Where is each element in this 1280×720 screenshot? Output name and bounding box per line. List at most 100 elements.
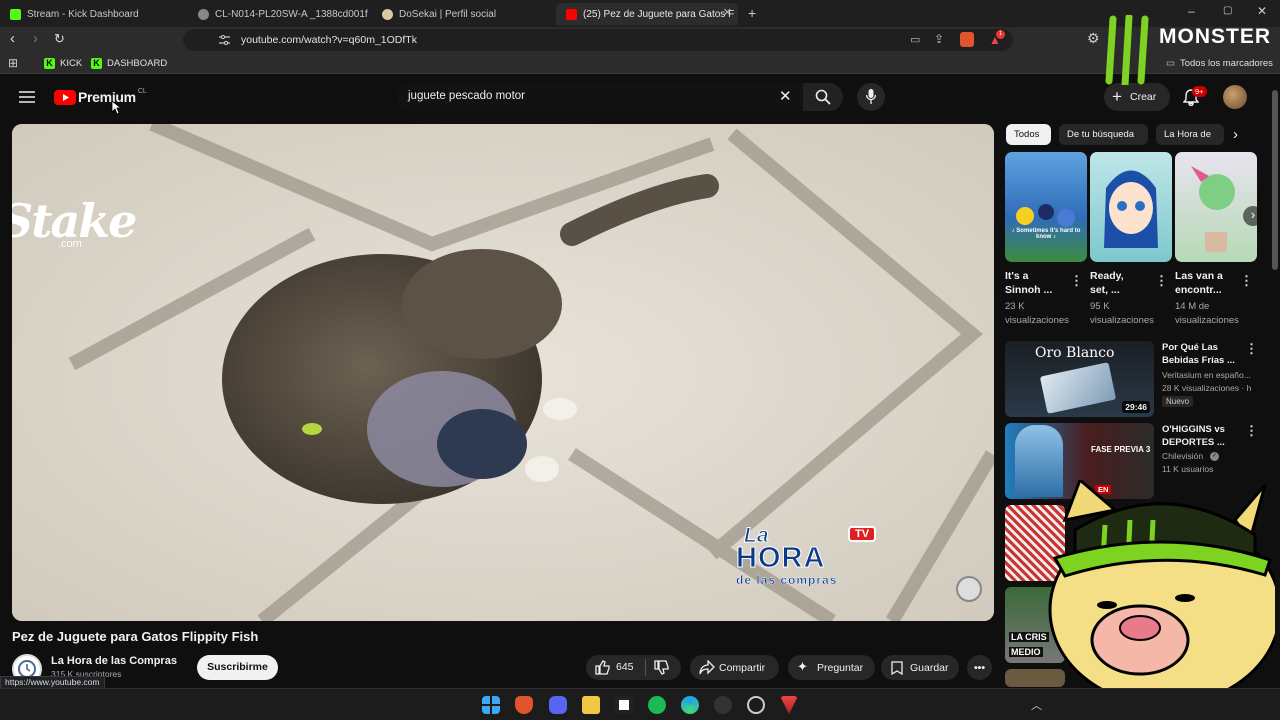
short-title-line1[interactable]: Las van a (1175, 269, 1223, 283)
channel-name[interactable]: La Hora de las Compras (51, 655, 177, 667)
save-bookmark-icon (891, 661, 903, 675)
search-input[interactable]: juguete pescado motor ✕ (397, 83, 803, 111)
clear-search-icon[interactable]: ✕ (779, 87, 792, 105)
short-views: 95 K (1090, 301, 1110, 312)
media-app-icon[interactable] (615, 696, 633, 714)
video-player[interactable]: Stake .com La HORA de las compras TV (12, 124, 994, 621)
short-more-icon[interactable]: ⋮ (1070, 274, 1083, 287)
share-icon[interactable]: ⇪ (934, 32, 944, 46)
channel-branding-icon[interactable] (956, 576, 982, 602)
monster-claw-icon (1105, 15, 1149, 85)
cast-icon[interactable]: ▭ (910, 33, 920, 46)
chip-de-tu-busqueda[interactable]: De tu búsqueda (1059, 124, 1148, 145)
share-button[interactable]: Compartir (690, 655, 779, 680)
rec-more-icon[interactable]: ⋮ (1245, 424, 1258, 437)
browser-tab-strip: Stream - Kick Dashboard CL-N014-PL20SW-A… (0, 0, 1280, 27)
like-count[interactable]: 645 (616, 661, 634, 673)
ask-button[interactable]: ✦ Preguntar (788, 655, 875, 680)
file-explorer-icon[interactable] (582, 696, 600, 714)
share-label: Compartir (719, 661, 766, 674)
chips-next-icon[interactable]: › (1233, 126, 1238, 143)
valorant-icon[interactable] (780, 696, 798, 714)
chip-la-hora-de[interactable]: La Hora de (1156, 124, 1224, 145)
app-icon[interactable] (747, 696, 765, 714)
reload-button[interactable]: ↻ (54, 31, 65, 47)
discord-icon[interactable] (549, 696, 567, 714)
rec-channel[interactable]: Veritasium en españo... (1162, 369, 1251, 382)
subscribe-button[interactable]: Suscribirme (197, 655, 278, 680)
more-actions-button[interactable]: ••• (967, 655, 992, 680)
save-button[interactable]: Guardar (881, 655, 959, 680)
brave-browser-icon[interactable] (515, 696, 533, 714)
short-views-label: visualizaciones (1005, 315, 1069, 326)
windows-start-icon[interactable] (482, 696, 500, 714)
address-bar[interactable]: youtube.com/watch?v=q60m_1ODfTk ▭ ⇪ ▲ 1 (183, 29, 1013, 51)
sparkle-icon: ✦ (797, 659, 808, 674)
shorts-next-icon[interactable]: › (1243, 206, 1257, 226)
country-code: CL (137, 87, 147, 95)
short-title-line2[interactable]: Sinnoh ... (1005, 283, 1052, 297)
short-title-line2[interactable]: encontr... (1175, 283, 1222, 297)
spotify-icon[interactable] (648, 696, 666, 714)
back-button[interactable]: ‹ (10, 30, 15, 47)
tray-chevron-icon[interactable]: ︿ (1031, 697, 1042, 713)
watermark-hora: HORA (735, 542, 826, 575)
short-more-icon[interactable]: ⋮ (1240, 274, 1253, 287)
premium-text: Premium (78, 89, 136, 105)
extensions-icon[interactable]: ⚙ (1087, 30, 1100, 47)
search-button[interactable] (803, 83, 843, 111)
globe-icon (198, 8, 209, 20)
thumb-title-text: FASE PREVIA 3 (1091, 445, 1151, 454)
short-views-label: visualizaciones (1175, 315, 1239, 326)
youtube-logo[interactable]: Premium CL (54, 87, 147, 105)
thumbs-down-icon[interactable] (654, 660, 669, 675)
create-button[interactable]: + Crear (1104, 83, 1170, 111)
more-horizontal-icon: ••• (973, 661, 986, 674)
rec-title-line1[interactable]: Por Qué Las (1162, 341, 1254, 354)
short-title-line1[interactable]: Ready, (1090, 269, 1124, 283)
short-title-line1[interactable]: It's a (1005, 269, 1029, 283)
apps-grid-icon[interactable]: ⊞ (8, 56, 18, 70)
page-scrollbar[interactable] (1272, 90, 1278, 270)
new-tab-button[interactable]: + (748, 5, 756, 21)
rec-meta: 28 K visualizaciones · h (1162, 383, 1252, 393)
short-thumbnail-2[interactable] (1090, 152, 1172, 262)
brave-shields-icon[interactable] (960, 32, 974, 47)
watermark-tv-badge: TV (848, 526, 877, 542)
menu-icon[interactable] (19, 91, 35, 103)
short-views: 14 M de (1175, 301, 1210, 312)
close-tab-icon[interactable]: ✕ (723, 6, 732, 19)
rec-meta: 11 K usuarios (1162, 464, 1214, 474)
short-overlay-text: ♪ Sometimes it's hard to know ♪ (1011, 228, 1081, 240)
short-thumbnail-1[interactable]: ♪ Sometimes it's hard to know ♪ (1005, 152, 1087, 262)
rec-channel[interactable]: Chilevisión (1162, 450, 1203, 463)
chip-todos[interactable]: Todos (1006, 124, 1051, 145)
bookmark-dashboard[interactable]: K DASHBOARD (91, 58, 167, 69)
voice-search-button[interactable] (857, 83, 885, 111)
edge-icon[interactable] (681, 696, 699, 714)
thumbs-up-icon[interactable] (595, 660, 610, 675)
tab-title: Stream - Kick Dashboard (27, 8, 139, 20)
obs-icon[interactable] (714, 696, 732, 714)
bookmark-kick[interactable]: K KICK (44, 58, 82, 69)
rec-title-line1[interactable]: O'HIGGINS vs (1162, 423, 1254, 436)
youtube-icon (566, 8, 577, 20)
watermark-compras: de las compras (736, 573, 838, 587)
rec-thumbnail-1[interactable]: Oro Blanco 29:46 (1005, 341, 1154, 417)
rec-more-icon[interactable]: ⋮ (1245, 342, 1258, 355)
site-info-icon[interactable] (219, 35, 230, 45)
rec-title-line2[interactable]: Bebidas Frías ... (1162, 354, 1254, 367)
avatar[interactable] (1223, 85, 1247, 109)
save-label: Guardar (910, 661, 949, 674)
ice-block-art (1039, 362, 1117, 414)
rec-title-line2[interactable]: DEPORTES ... (1162, 436, 1254, 449)
short-more-icon[interactable]: ⋮ (1155, 274, 1168, 287)
short-title-line2[interactable]: set, ... (1090, 283, 1120, 297)
tab-kick-dashboard[interactable]: Stream - Kick Dashboard (0, 3, 185, 25)
forward-button[interactable]: › (33, 30, 38, 47)
tab-dosekai[interactable]: DoSekai | Perfil social (372, 3, 552, 25)
tab-cl-n014[interactable]: CL-N014-PL20SW-A _1388cd001ff64 (188, 3, 368, 25)
tab-youtube[interactable]: (25) Pez de Juguete para Gatos F ✕ (556, 3, 738, 25)
youtube-play-icon (54, 89, 76, 105)
short-thumbnail-3[interactable]: › (1175, 152, 1257, 262)
